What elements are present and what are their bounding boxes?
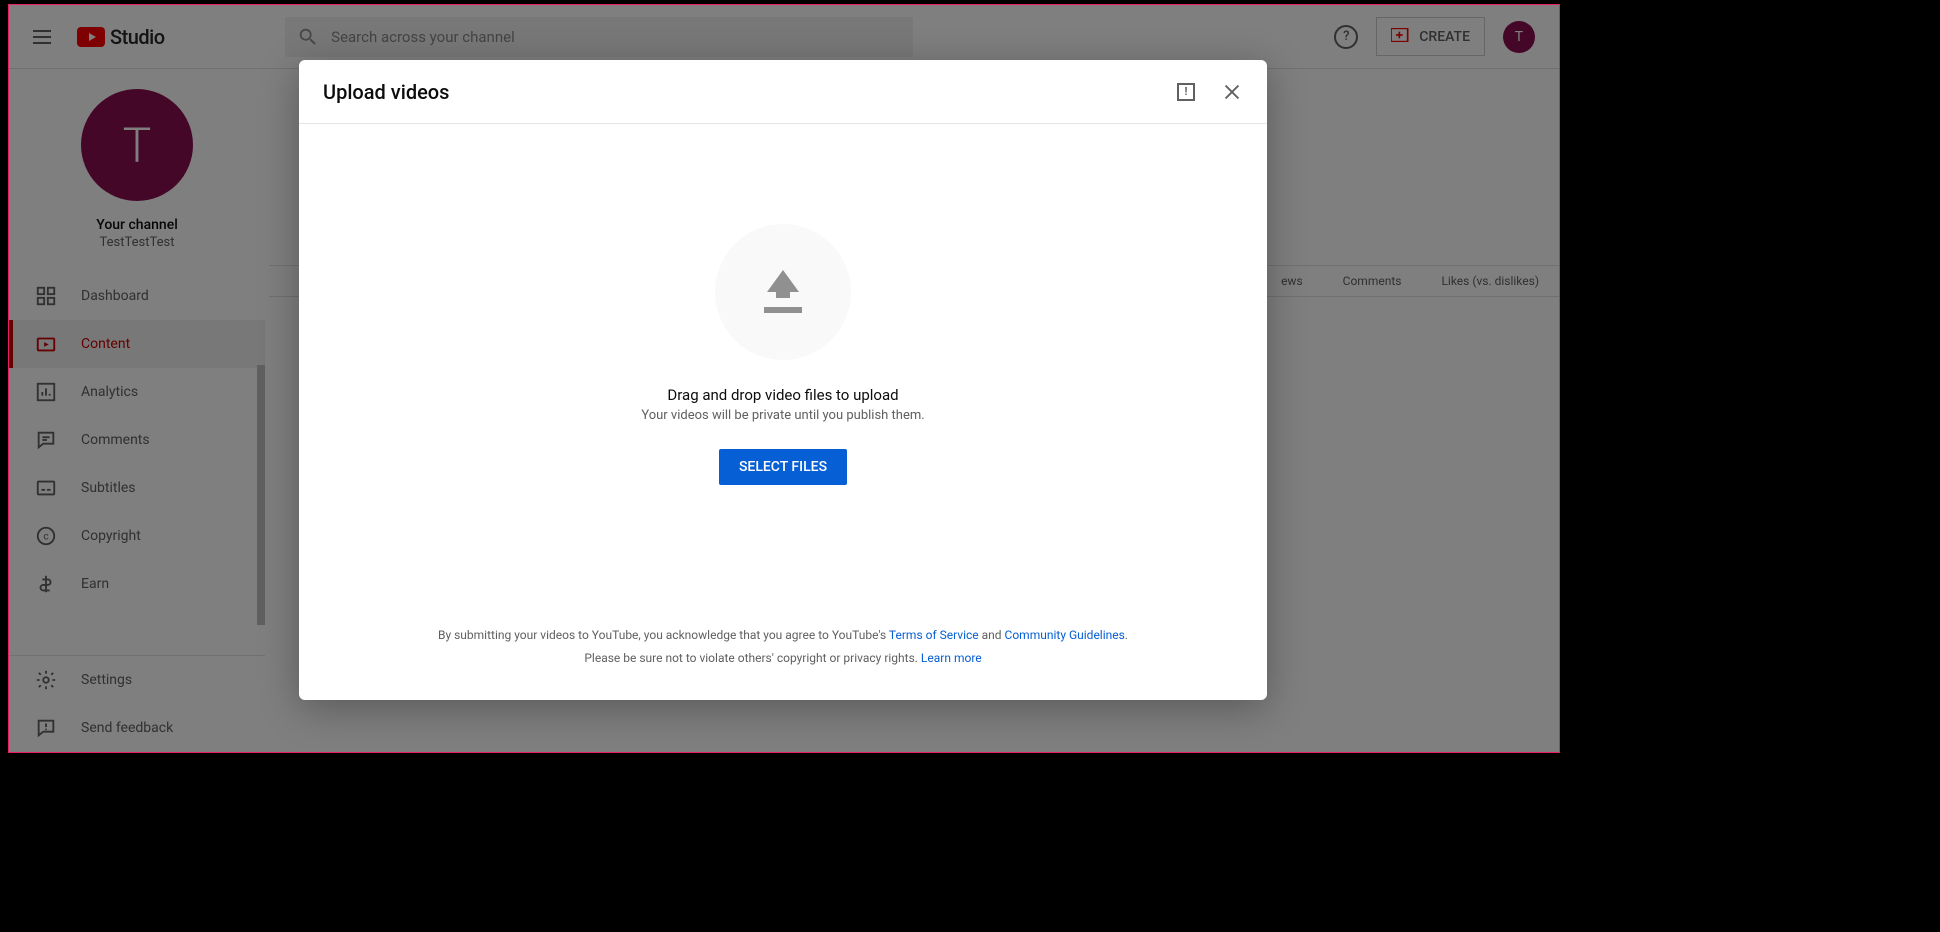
modal-header: Upload videos ! <box>299 60 1267 124</box>
learn-more-link[interactable]: Learn more <box>921 651 982 665</box>
upload-arrow-icon <box>764 270 802 313</box>
modal-title: Upload videos <box>323 80 449 104</box>
footer-text: Please be sure not to violate others' co… <box>584 651 921 665</box>
modal-footer: By submitting your videos to YouTube, yo… <box>299 624 1267 700</box>
private-note: Your videos will be private until you pu… <box>641 408 924 423</box>
footer-text: and <box>979 628 1005 642</box>
drop-text: Drag and drop video files to upload <box>667 386 898 404</box>
upload-dropzone[interactable]: Drag and drop video files to upload Your… <box>299 124 1267 624</box>
footer-text: . <box>1125 628 1128 642</box>
feedback-icon[interactable]: ! <box>1175 81 1197 103</box>
footer-text: By submitting your videos to YouTube, yo… <box>438 628 889 642</box>
select-files-button[interactable]: SELECT FILES <box>719 449 847 485</box>
close-icon[interactable] <box>1221 81 1243 103</box>
terms-link[interactable]: Terms of Service <box>889 628 979 642</box>
upload-icon-circle <box>715 224 851 360</box>
guidelines-link[interactable]: Community Guidelines <box>1005 628 1125 642</box>
upload-modal: Upload videos ! Drag and drop video file… <box>299 60 1267 700</box>
